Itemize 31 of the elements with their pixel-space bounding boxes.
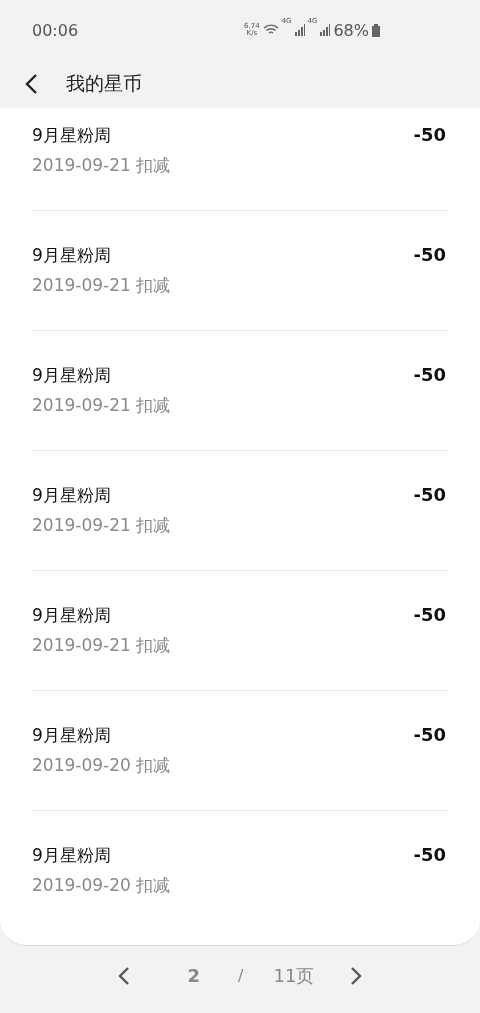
record-amount: -50: [413, 483, 446, 507]
record-title: 9月星粉周: [32, 124, 112, 147]
record-amount: -50: [413, 603, 446, 627]
status-time: 00:06: [32, 20, 79, 40]
current-page: 2: [187, 965, 201, 986]
record-title: 9月星粉周: [32, 364, 112, 387]
page-title: 我的星币: [66, 71, 142, 96]
record-date: 2019-09-20 扣减: [32, 754, 171, 777]
record-amount: -50: [413, 723, 446, 747]
record-title: 9月星粉周: [32, 604, 112, 627]
page-separator: /: [238, 966, 244, 985]
record-amount: -50: [413, 843, 446, 867]
record-date: 2019-09-21 扣减: [32, 154, 171, 177]
record-date: 2019-09-21 扣减: [32, 394, 171, 417]
battery-percent: 68%: [333, 20, 369, 40]
record-amount: -50: [413, 243, 446, 267]
record-title: 9月星粉周: [32, 244, 112, 267]
record-amount: -50: [413, 363, 446, 387]
record-date: 2019-09-21 扣减: [32, 274, 171, 297]
record-amount: -50: [413, 123, 446, 147]
total-pages: 11页: [273, 963, 315, 988]
record-date: 2019-09-20 扣减: [32, 874, 171, 897]
signal-icon: [320, 24, 331, 36]
wifi-icon: [262, 24, 279, 36]
signal-icon: [294, 24, 305, 36]
battery-icon: [372, 23, 380, 37]
record-title: 9月星粉周: [32, 484, 112, 507]
record-date: 2019-09-21 扣减: [32, 634, 171, 657]
record-date: 2019-09-21 扣减: [32, 514, 171, 537]
record-title: 9月星粉周: [32, 724, 112, 747]
record-title: 9月星粉周: [32, 844, 112, 867]
